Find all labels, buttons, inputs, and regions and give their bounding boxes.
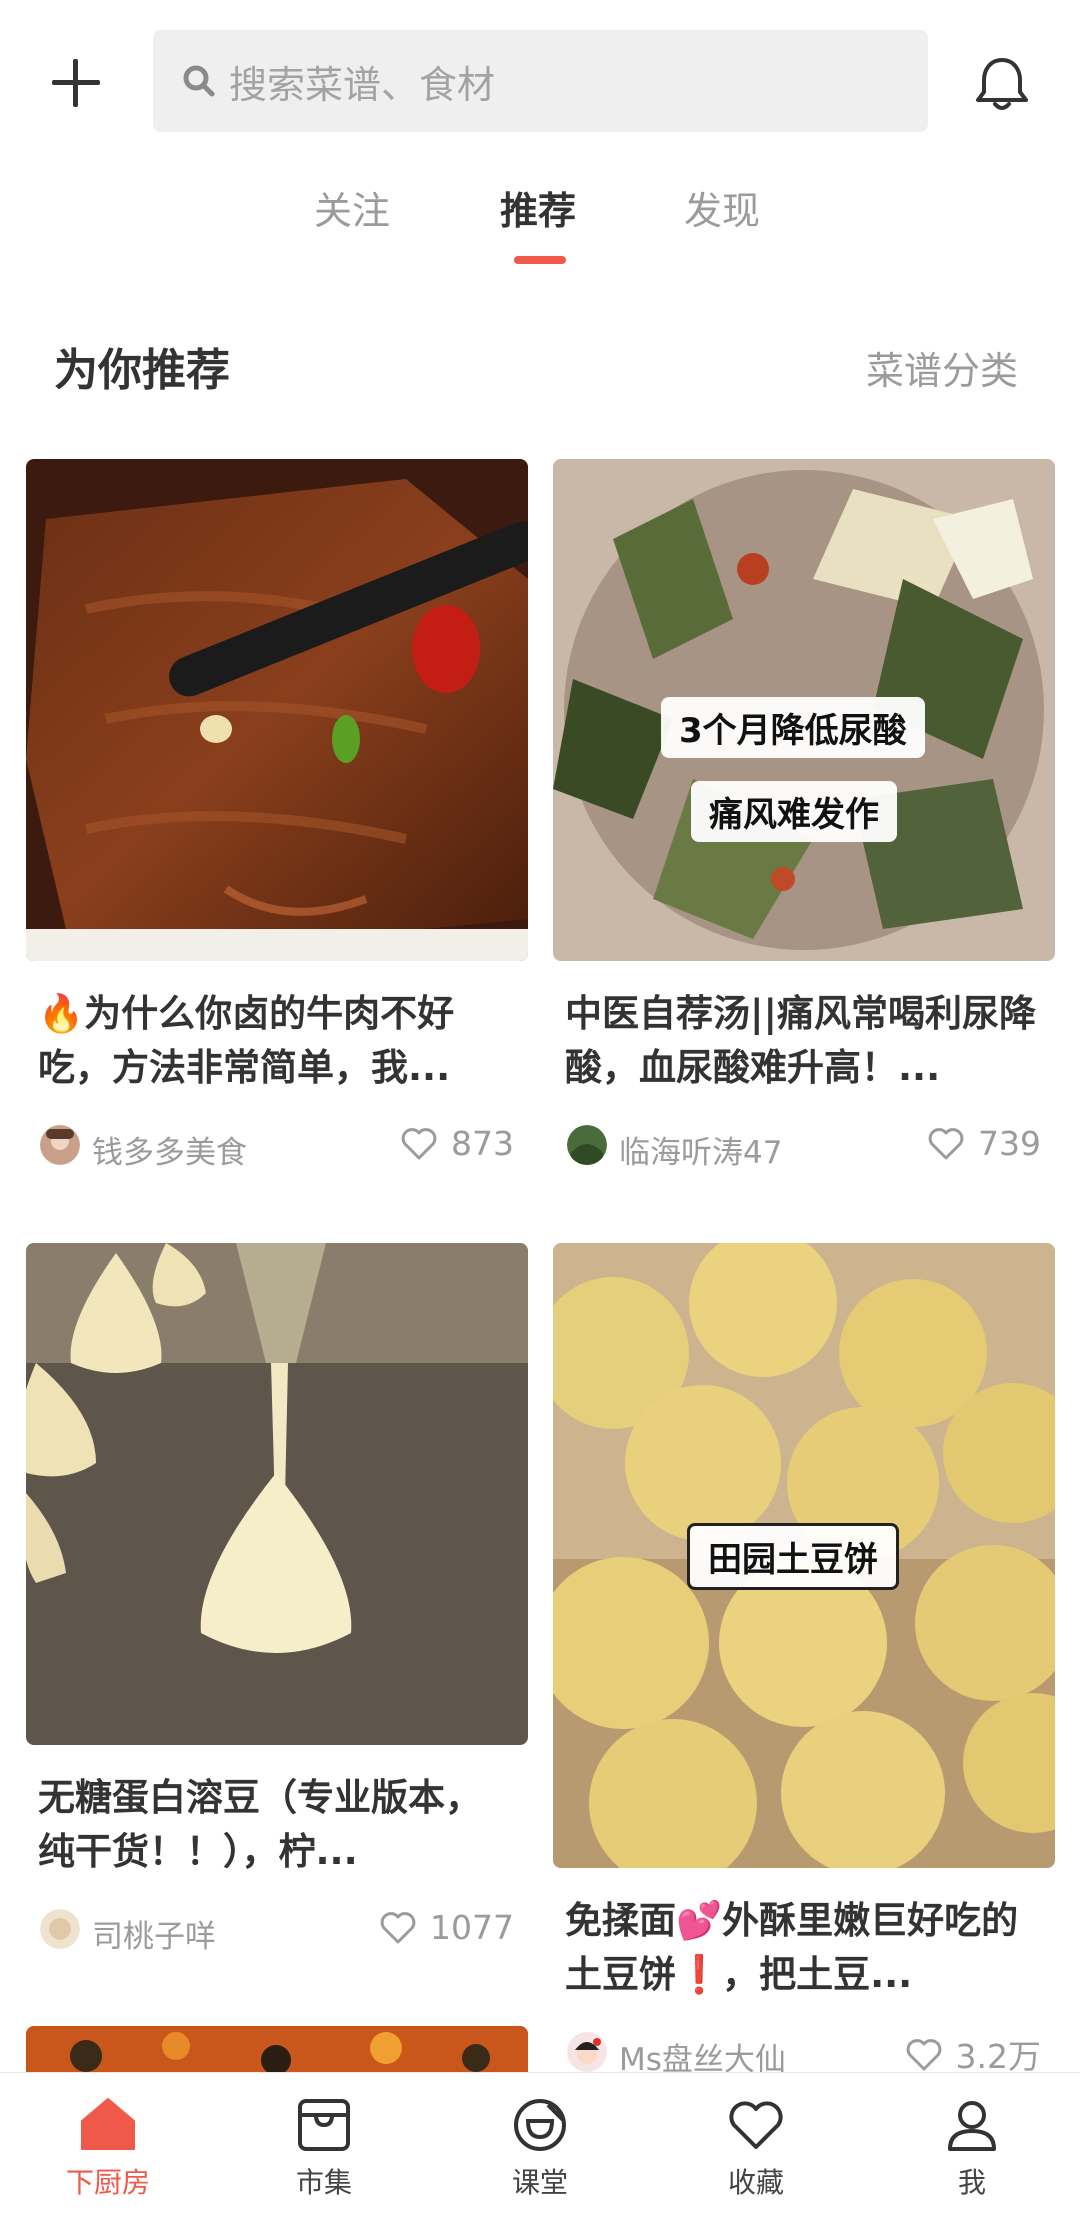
author-name[interactable]: 钱多多美食 (92, 1127, 247, 1172)
like-counter[interactable]: 3.2万 (904, 2030, 1041, 2078)
image-overlay-text: 痛风难发作 (691, 781, 897, 842)
author-name[interactable]: 司桃子咩 (92, 1911, 216, 1956)
recipe-title[interactable]: 免揉面💕外酥里嫩巨好吃的土豆饼❗，把土豆... (565, 1894, 1043, 2002)
active-tab-indicator (514, 256, 566, 264)
recipe-meta: 临海听涛47 739 (553, 1115, 1055, 1175)
market-icon (298, 2099, 350, 2151)
nav-item-classroom[interactable]: 课堂 (470, 2073, 610, 2218)
recipe-category-link[interactable]: 菜谱分类 (866, 340, 1018, 395)
heart-outline-icon (380, 1912, 416, 1944)
recipe-title[interactable]: 无糖蛋白溶豆（专业版本，纯干货！！），柠... (38, 1771, 516, 1879)
heart-icon (729, 2101, 783, 2149)
recipe-image-herbal-soup[interactable]: 3个月降低尿酸 痛风难发作 (553, 459, 1055, 961)
heart-outline-icon (928, 1128, 964, 1160)
search-icon (183, 65, 215, 97)
search-placeholder: 搜索菜谱、食材 (229, 62, 496, 107)
home-icon (81, 2098, 135, 2150)
profile-icon (948, 2101, 996, 2151)
nav-item-profile[interactable]: 我 (902, 2073, 1042, 2218)
recipe-meta: 钱多多美食 873 (26, 1115, 528, 1175)
recipe-image-braised-beef[interactable] (26, 459, 528, 961)
heart-outline-icon (906, 2039, 941, 2071)
author-avatar[interactable] (40, 1125, 80, 1165)
recipe-image-potato-pancakes[interactable]: 田园土豆饼 (553, 1243, 1055, 1868)
nav-label: 我 (957, 2166, 986, 2199)
author-avatar[interactable] (567, 1125, 607, 1165)
author-name[interactable]: 临海听涛47 (619, 1127, 782, 1172)
recipe-card[interactable]: 无糖蛋白溶豆（专业版本，纯干货！！），柠... 司桃子咩 1077 (26, 1243, 528, 1959)
bottom-navigation: 下厨房 市集 课堂 收藏 我 (0, 2072, 1080, 2218)
search-input[interactable]: 搜索菜谱、食材 (153, 30, 928, 132)
recipe-image-partial (26, 2026, 528, 2072)
nav-label: 市集 (295, 2166, 352, 2199)
nav-item-home[interactable]: 下厨房 (38, 2073, 178, 2218)
author-avatar[interactable] (40, 1909, 80, 1949)
like-counter[interactable]: 739 (926, 1123, 1041, 1163)
nav-label: 下厨房 (65, 2166, 150, 2199)
feed-tabs: 关注 推荐 发现 (0, 180, 1080, 270)
top-bar: 搜索菜谱、食材 (0, 0, 1080, 160)
recipe-card[interactable]: 3个月降低尿酸 痛风难发作 中医自荐汤||痛风常喝利尿降酸，血尿酸难升高！...… (553, 459, 1055, 1175)
classroom-icon (514, 2099, 566, 2151)
like-count: 739 (978, 1123, 1041, 1163)
like-counter[interactable]: 873 (399, 1123, 514, 1163)
recipe-card-partial[interactable] (26, 2026, 528, 2072)
recipe-image-meringue[interactable] (26, 1243, 528, 1745)
nav-label: 课堂 (511, 2166, 568, 2199)
image-overlay-text: 田园土豆饼 (687, 1523, 899, 1590)
nav-label: 收藏 (727, 2166, 784, 2199)
recipe-card[interactable]: 🔥为什么你卤的牛肉不好吃，方法非常简单，我... 钱多多美食 873 (26, 459, 528, 1175)
tab-discover[interactable]: 发现 (684, 180, 760, 235)
tab-recommend[interactable]: 推荐 (500, 180, 576, 235)
recipe-card[interactable]: 田园土豆饼 免揉面💕外酥里嫩巨好吃的土豆饼❗，把土豆... Ms盘丝大仙 3.2… (553, 1243, 1055, 2082)
image-overlay-text: 3个月降低尿酸 (661, 697, 925, 758)
recipe-meta: 司桃子咩 1077 (26, 1899, 528, 1959)
notification-bell-icon[interactable] (970, 52, 1034, 116)
like-count: 873 (451, 1123, 514, 1163)
nav-item-favorites[interactable]: 收藏 (686, 2073, 826, 2218)
like-count: 3.2万 (955, 2037, 1041, 2076)
tab-follow[interactable]: 关注 (314, 180, 390, 235)
recipe-title[interactable]: 中医自荐汤||痛风常喝利尿降酸，血尿酸难升高！... (565, 987, 1043, 1095)
heart-outline-icon (401, 1128, 437, 1160)
add-button[interactable] (44, 50, 108, 114)
recipe-title[interactable]: 🔥为什么你卤的牛肉不好吃，方法非常简单，我... (38, 987, 516, 1095)
nav-item-market[interactable]: 市集 (254, 2073, 394, 2218)
like-counter[interactable]: 1077 (378, 1907, 514, 1947)
like-count: 1077 (430, 1907, 514, 1947)
section-title: 为你推荐 (54, 345, 230, 396)
author-avatar[interactable] (567, 2032, 607, 2072)
